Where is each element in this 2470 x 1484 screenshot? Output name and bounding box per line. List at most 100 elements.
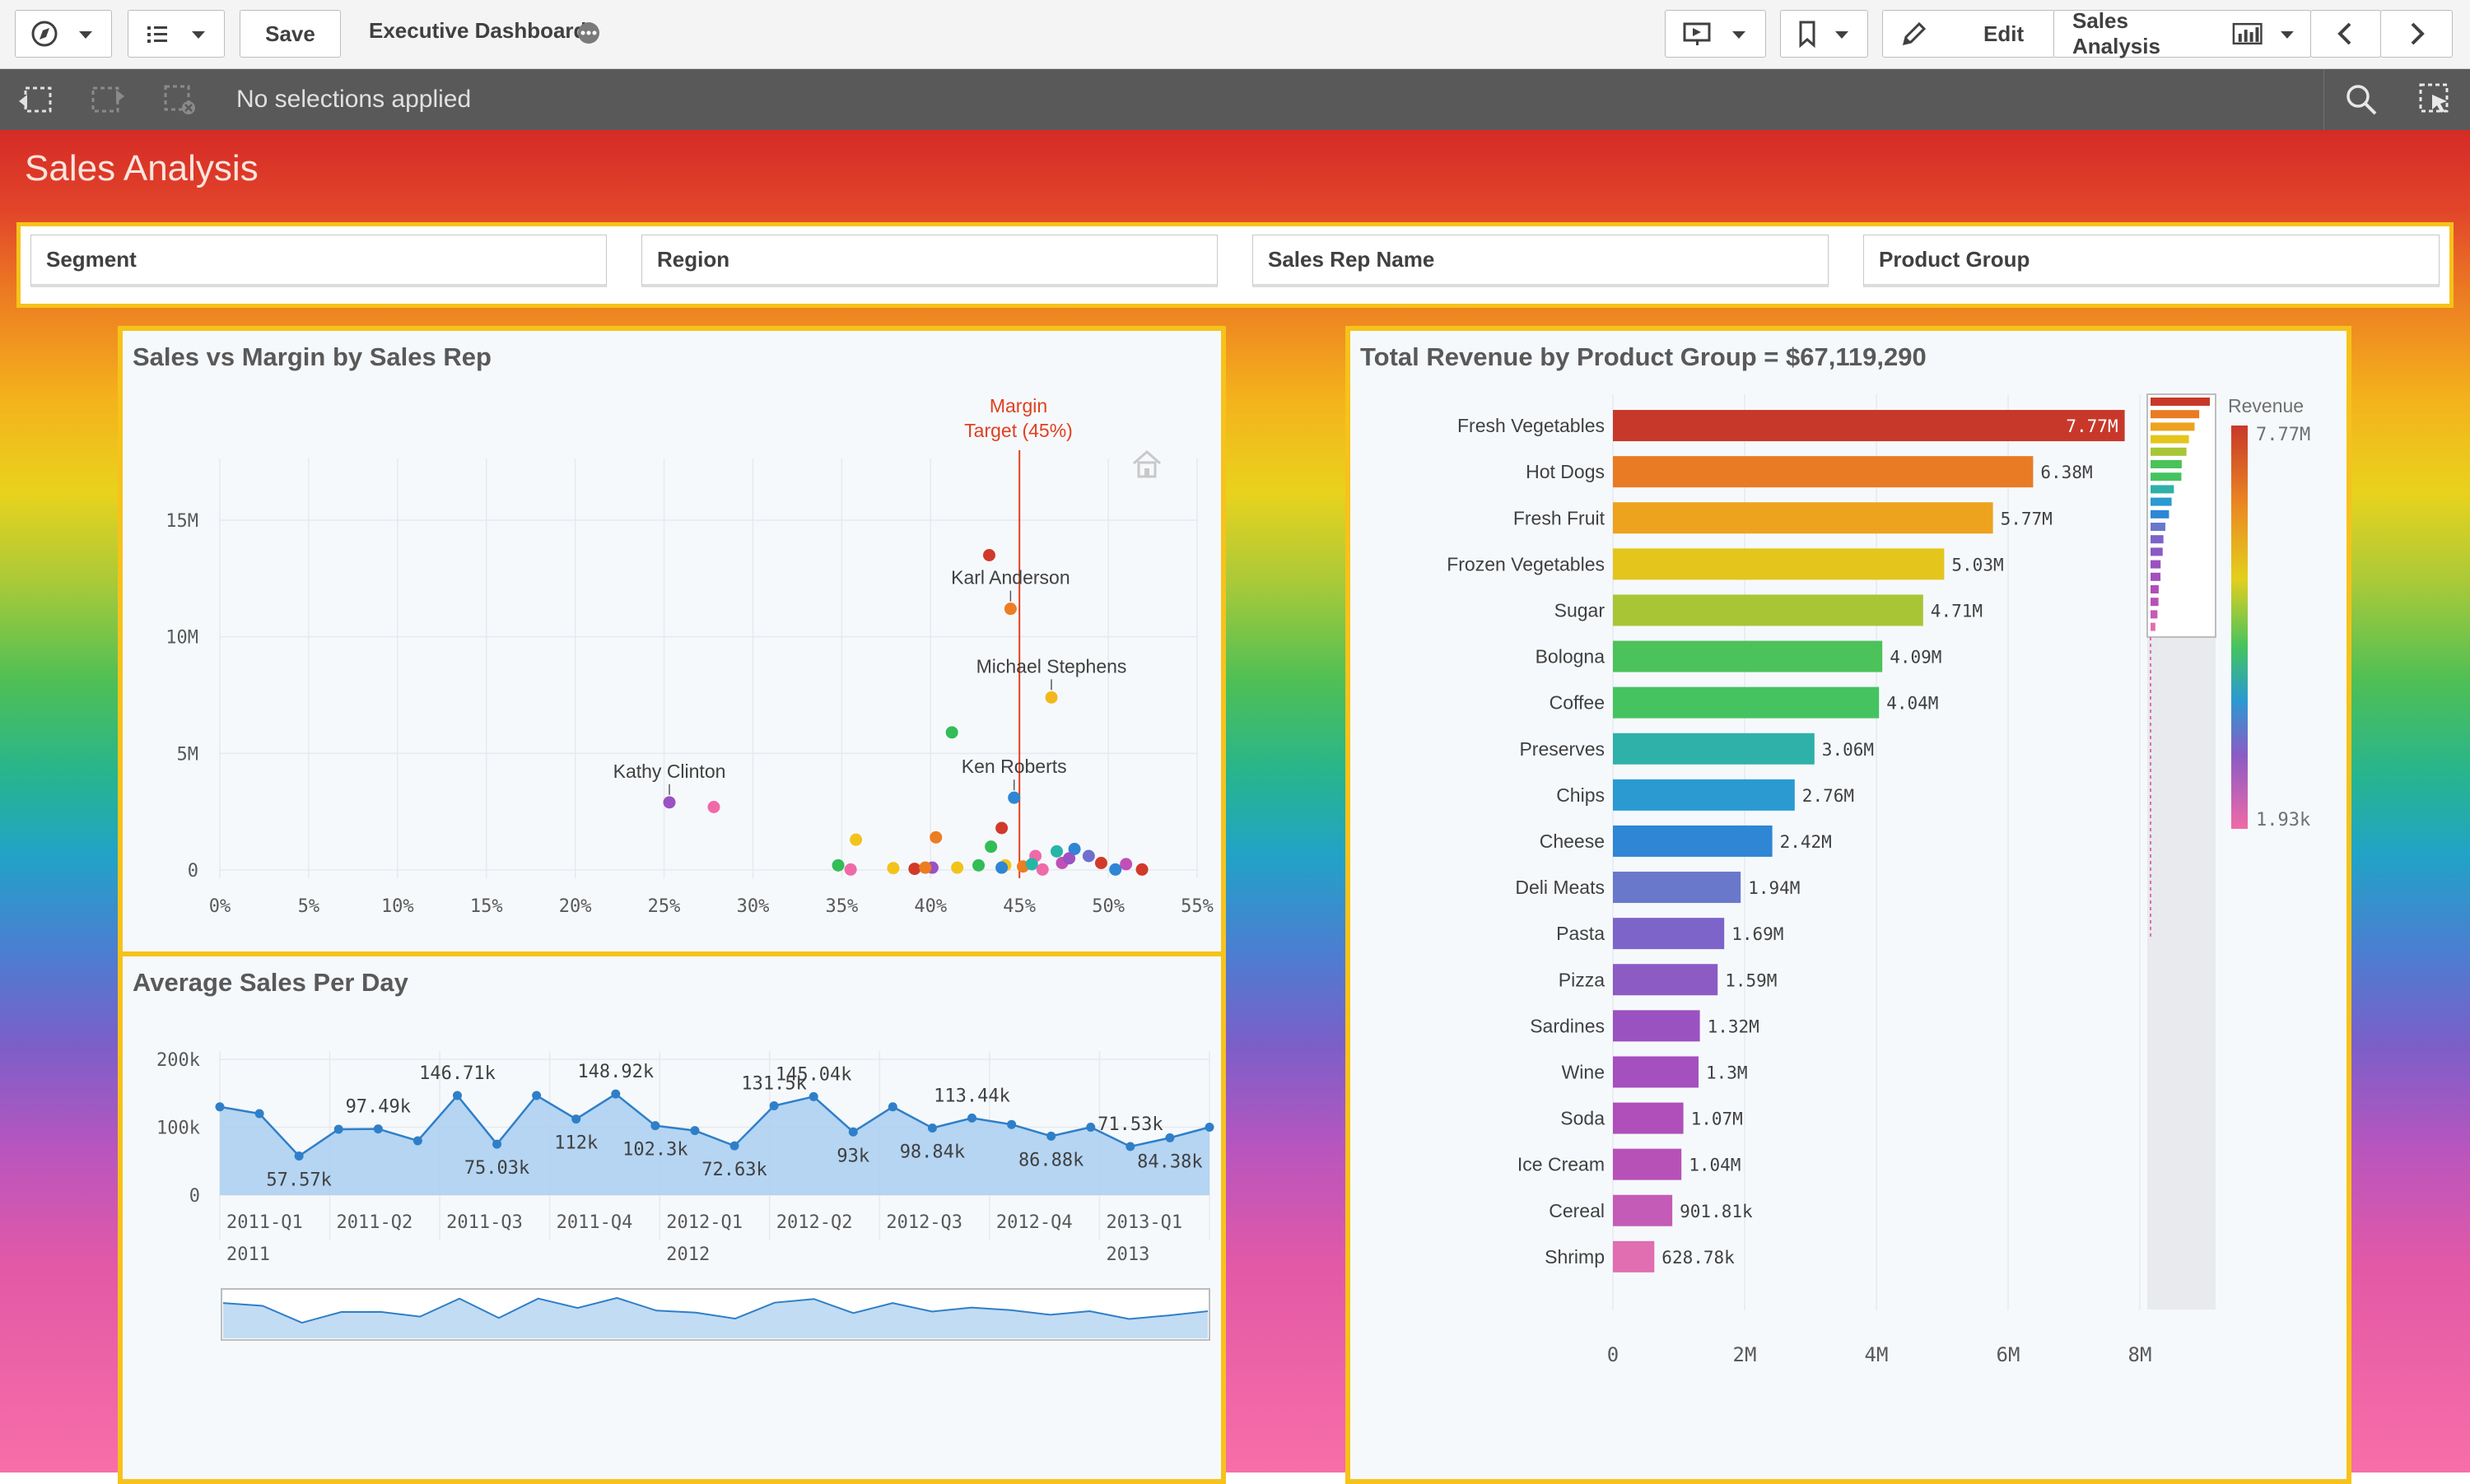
bar-value-label: 901.81k — [1680, 1202, 1753, 1221]
line-year-tick: 2013 — [1106, 1244, 1149, 1265]
scatter-point — [663, 796, 676, 809]
bar-x-tick: 4M — [1865, 1343, 1889, 1366]
scatter-point — [707, 801, 720, 813]
scatter-point — [1008, 791, 1021, 804]
chevron-right-icon — [2411, 22, 2425, 45]
line-point — [690, 1126, 700, 1136]
scatter-x-tick: 45% — [1003, 896, 1036, 917]
bar-chart[interactable]: Fresh Vegetables 7.77M Hot Dogs 6.38M Fresh … — [1350, 331, 2346, 1479]
edit-button[interactable]: Edit — [1882, 10, 2055, 58]
line-point — [769, 1101, 779, 1111]
line-point — [294, 1151, 304, 1161]
bar-mini — [2151, 398, 2210, 406]
compass-icon — [31, 21, 92, 47]
line-point — [1086, 1123, 1096, 1132]
filter-segment[interactable]: Segment — [30, 235, 607, 287]
bar-mini — [2151, 585, 2159, 593]
more-info-icon[interactable] — [576, 21, 601, 45]
bar-category-label: Hot Dogs — [1526, 461, 1605, 482]
legend-max: 7.77M — [2256, 425, 2310, 445]
scatter-x-tick: 10% — [381, 896, 414, 917]
line-data-label: 102.3k — [622, 1140, 687, 1161]
bar-mini — [2151, 422, 2195, 431]
line-chart-panel[interactable]: Average Sales Per Day 200k 100k 0 57.57k 97… — [118, 951, 1226, 1484]
scatter-x-tick: 15% — [470, 896, 503, 917]
line-year-tick: 2012 — [666, 1244, 710, 1265]
bar-mini — [2151, 598, 2159, 607]
line-data-label: 75.03k — [464, 1158, 529, 1179]
scatter-point — [930, 830, 943, 844]
bar-mini — [2151, 472, 2182, 481]
scatter-point-label: Michael Stephens — [976, 655, 1127, 677]
bookmark-icon — [1799, 21, 1848, 49]
bar-chart-panel[interactable]: Total Revenue by Product Group = $67,119… — [1345, 326, 2351, 1484]
scatter-point — [908, 863, 921, 876]
scatter-x-tick: 25% — [648, 896, 681, 917]
bar-category-label: Ice Cream — [1517, 1154, 1605, 1175]
line-data-label: 98.84k — [900, 1142, 965, 1162]
line-data-label: 145.04k — [776, 1064, 852, 1085]
clear-all-selections-button[interactable] — [155, 81, 204, 119]
line-point — [1165, 1133, 1175, 1142]
bookmarks-button[interactable] — [1780, 10, 1868, 58]
sheet-selector-button[interactable]: Sales Analysis — [2053, 8, 2311, 58]
line-chart[interactable]: 200k 100k 0 57.57k 97.49k 146.71k 75.03k 112k 1… — [123, 956, 1221, 1479]
step-forward-button[interactable] — [82, 81, 132, 119]
bar-value-label: 4.71M — [1931, 601, 1983, 621]
line-point — [373, 1124, 383, 1134]
bar-value-label: 1.04M — [1689, 1156, 1741, 1175]
bar-category-label: Cereal — [1549, 1200, 1605, 1221]
filter-product-group[interactable]: Product Group — [1863, 235, 2440, 287]
app-title: Executive Dashboard — [369, 18, 587, 43]
line-data-label: 72.63k — [701, 1160, 767, 1180]
bar-value-label: 1.3M — [1706, 1063, 1748, 1082]
scatter-x-tick: 5% — [298, 896, 320, 917]
story-button[interactable] — [1665, 10, 1766, 58]
line-y-tick: 100k — [156, 1119, 200, 1139]
line-point — [967, 1113, 977, 1123]
filter-region[interactable]: Region — [641, 235, 1218, 287]
bar-mini — [2151, 622, 2155, 631]
line-year-tick: 2011 — [226, 1244, 270, 1265]
bar-value-label: 1.69M — [1731, 924, 1783, 944]
scatter-point — [995, 861, 1009, 874]
bar-mini — [2151, 610, 2158, 619]
save-button[interactable]: Save — [240, 10, 341, 58]
bar-category-label: Frozen Vegetables — [1447, 553, 1605, 575]
bar-value-label: 5.77M — [2001, 509, 2053, 528]
line-x-tick: 2012-Q2 — [776, 1212, 853, 1233]
bar — [1613, 872, 1741, 904]
scatter-point — [1120, 858, 1133, 871]
scatter-point — [1025, 858, 1038, 871]
global-menu-button[interactable] — [128, 10, 225, 58]
navigation-menu-button[interactable] — [15, 10, 112, 58]
search-button[interactable] — [2337, 81, 2386, 119]
legend-min: 1.93k — [2256, 810, 2310, 830]
bar-x-tick: 2M — [1733, 1343, 1757, 1366]
previous-sheet-button[interactable] — [2310, 10, 2381, 58]
bar-scrollbar[interactable] — [2146, 393, 2216, 1310]
bar-category-label: Bologna — [1536, 646, 1606, 668]
scatter-point — [972, 858, 986, 872]
line-point — [254, 1109, 264, 1119]
mini-chart-scrollbar[interactable] — [221, 1288, 1210, 1341]
line-x-tick: 2012-Q4 — [996, 1212, 1073, 1233]
bar-mini — [2151, 560, 2161, 569]
scatter-point — [844, 863, 857, 876]
home-icon[interactable] — [1133, 450, 1161, 478]
line-x-tick: 2012-Q1 — [666, 1212, 743, 1233]
step-back-button[interactable] — [12, 81, 61, 119]
line-point — [848, 1127, 858, 1137]
bar-mini — [2151, 572, 2161, 581]
bar — [1613, 686, 1880, 719]
scatter-point — [1036, 863, 1049, 876]
bar-value-label: 4.04M — [1886, 694, 1938, 714]
line-point — [1007, 1119, 1017, 1129]
bar-value-label: 2.42M — [1780, 832, 1832, 852]
line-data-label: 146.71k — [419, 1063, 496, 1084]
filter-sales-rep-name[interactable]: Sales Rep Name — [1252, 235, 1829, 287]
selections-tool-button[interactable] — [2411, 81, 2460, 119]
next-sheet-button[interactable] — [2380, 10, 2453, 58]
scatter-point — [995, 821, 1009, 835]
bar-mini — [2151, 485, 2174, 494]
